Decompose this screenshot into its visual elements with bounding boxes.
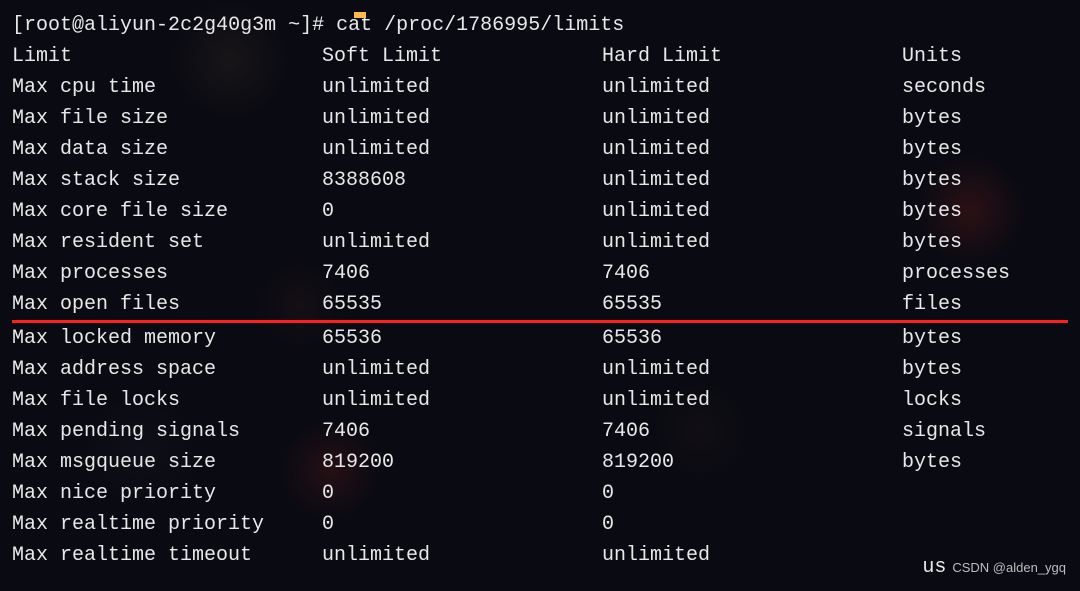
cell-hard-limit: unlimited [602, 354, 902, 385]
cell-hard-limit: 0 [602, 478, 902, 509]
cell-hard-limit: 7406 [602, 258, 902, 289]
table-row: Max pending signals74067406signals [12, 416, 1068, 447]
limits-table-body: Max cpu timeunlimitedunlimitedsecondsMax… [12, 72, 1068, 571]
table-row: Max processes74067406processes [12, 258, 1068, 289]
header-units: Units [902, 41, 1068, 72]
shell-prompt-line: [root@aliyun-2c2g40g3m ~]# cat /proc/178… [12, 10, 1068, 41]
cell-limit: Max open files [12, 289, 322, 320]
cell-hard-limit: 65536 [602, 323, 902, 354]
cell-units: seconds [902, 72, 1068, 103]
cell-limit: Max realtime priority [12, 509, 322, 540]
table-row: Max realtime priority00 [12, 509, 1068, 540]
cell-units [902, 509, 1068, 540]
cell-soft-limit: unlimited [322, 227, 602, 258]
cell-hard-limit: unlimited [602, 103, 902, 134]
table-row: Max cpu timeunlimitedunlimitedseconds [12, 72, 1068, 103]
cell-units: files [902, 289, 1068, 320]
cell-units: bytes [902, 134, 1068, 165]
cell-limit: Max stack size [12, 165, 322, 196]
watermark: us CSDN @alden_ygq [922, 552, 1066, 583]
cell-limit: Max realtime timeout [12, 540, 322, 571]
cell-hard-limit: unlimited [602, 385, 902, 416]
prompt-user: root [24, 14, 72, 37]
cell-limit: Max cpu time [12, 72, 322, 103]
cell-units: signals [902, 416, 1068, 447]
cell-units: bytes [902, 323, 1068, 354]
cell-units: bytes [902, 196, 1068, 227]
cell-units: locks [902, 385, 1068, 416]
table-row: Max stack size8388608unlimitedbytes [12, 165, 1068, 196]
cell-soft-limit: unlimited [322, 103, 602, 134]
terminal-output[interactable]: [root@aliyun-2c2g40g3m ~]# cat /proc/178… [12, 10, 1068, 571]
cell-units [902, 478, 1068, 509]
cell-units: bytes [902, 354, 1068, 385]
prompt-command: cat /proc/1786995/limits [336, 14, 624, 37]
cell-hard-limit: 0 [602, 509, 902, 540]
cell-limit: Max core file size [12, 196, 322, 227]
cell-hard-limit: unlimited [602, 165, 902, 196]
cell-soft-limit: 0 [322, 478, 602, 509]
cell-limit: Max address space [12, 354, 322, 385]
cell-units: processes [902, 258, 1068, 289]
table-row: Max file sizeunlimitedunlimitedbytes [12, 103, 1068, 134]
cell-soft-limit: unlimited [322, 354, 602, 385]
prompt-host: aliyun-2c2g40g3m [84, 14, 276, 37]
cell-hard-limit: unlimited [602, 540, 902, 571]
cell-soft-limit: 819200 [322, 447, 602, 478]
cell-soft-limit: 65535 [322, 289, 602, 320]
cell-limit: Max msgqueue size [12, 447, 322, 478]
cell-hard-limit: 65535 [602, 289, 902, 320]
table-row: Max data sizeunlimitedunlimitedbytes [12, 134, 1068, 165]
cell-hard-limit: unlimited [602, 134, 902, 165]
cell-hard-limit: 819200 [602, 447, 902, 478]
header-limit: Limit [12, 41, 322, 72]
table-row: Max core file size0unlimitedbytes [12, 196, 1068, 227]
cell-hard-limit: 7406 [602, 416, 902, 447]
watermark-text: CSDN @alden_ygq [952, 560, 1066, 575]
table-row: Max locked memory6553665536bytes [12, 323, 1068, 354]
cell-soft-limit: 65536 [322, 323, 602, 354]
cell-hard-limit: unlimited [602, 227, 902, 258]
table-row: Max address spaceunlimitedunlimitedbytes [12, 354, 1068, 385]
header-soft: Soft Limit [322, 41, 602, 72]
limits-header-row: Limit Soft Limit Hard Limit Units [12, 41, 1068, 72]
table-row: Max nice priority00 [12, 478, 1068, 509]
cell-limit: Max nice priority [12, 478, 322, 509]
cell-soft-limit: unlimited [322, 72, 602, 103]
cell-soft-limit: 0 [322, 509, 602, 540]
cell-hard-limit: unlimited [602, 72, 902, 103]
terminal-cursor [354, 12, 366, 18]
cell-limit: Max file size [12, 103, 322, 134]
cell-units: bytes [902, 227, 1068, 258]
header-hard: Hard Limit [602, 41, 902, 72]
cell-soft-limit: unlimited [322, 385, 602, 416]
cell-limit: Max resident set [12, 227, 322, 258]
table-row: Max msgqueue size819200819200bytes [12, 447, 1068, 478]
cell-soft-limit: 0 [322, 196, 602, 227]
cell-units: bytes [902, 103, 1068, 134]
cell-soft-limit: 8388608 [322, 165, 602, 196]
cell-limit: Max file locks [12, 385, 322, 416]
cell-soft-limit: unlimited [322, 540, 602, 571]
table-row: Max file locksunlimitedunlimitedlocks [12, 385, 1068, 416]
prompt-cwd: ~ [288, 14, 300, 37]
cell-soft-limit: 7406 [322, 416, 602, 447]
cell-limit: Max locked memory [12, 323, 322, 354]
table-row: Max resident setunlimitedunlimitedbytes [12, 227, 1068, 258]
cell-soft-limit: 7406 [322, 258, 602, 289]
cell-hard-limit: unlimited [602, 196, 902, 227]
cell-soft-limit: unlimited [322, 134, 602, 165]
prompt-symbol: # [312, 14, 324, 37]
table-row: Max open files6553565535files [12, 289, 1068, 323]
cell-limit: Max pending signals [12, 416, 322, 447]
last-units-visible: us [922, 556, 946, 579]
cell-limit: Max processes [12, 258, 322, 289]
table-row: Max realtime timeoutunlimitedunlimited [12, 540, 1068, 571]
cell-units: bytes [902, 165, 1068, 196]
cell-units: bytes [902, 447, 1068, 478]
cell-limit: Max data size [12, 134, 322, 165]
